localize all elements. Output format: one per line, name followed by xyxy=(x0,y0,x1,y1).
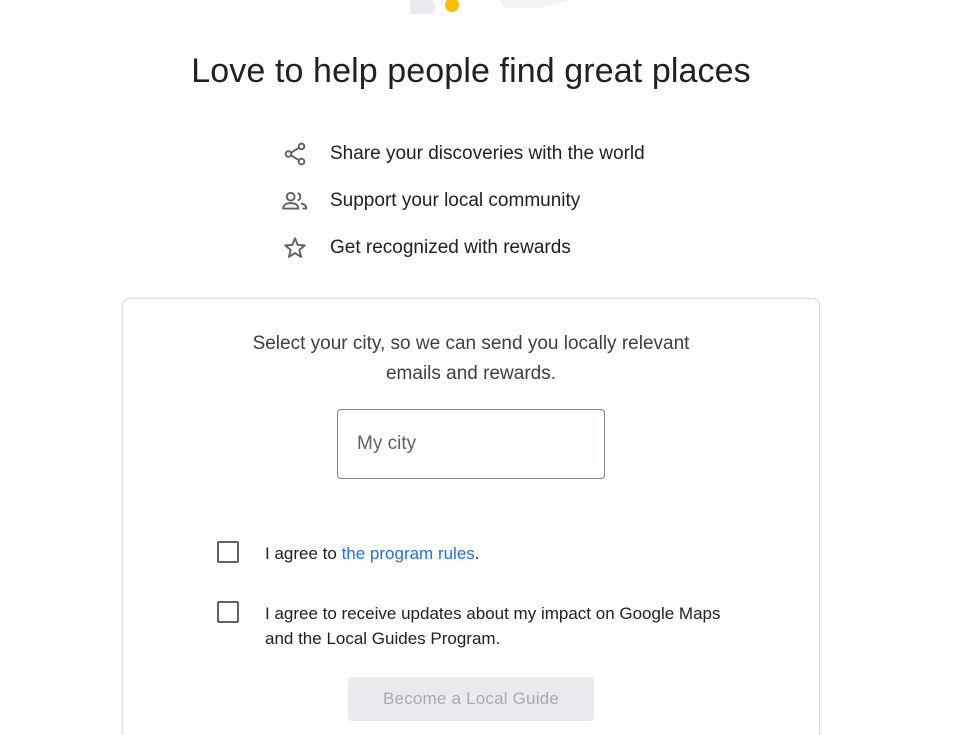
signup-card: Select your city, so we can send you loc… xyxy=(122,298,820,735)
benefit-text: Share your discoveries with the world xyxy=(330,142,645,164)
star-icon xyxy=(280,233,310,263)
rules-agreement-suffix: . xyxy=(474,544,480,563)
city-prompt-line: Select your city, so we can send you loc… xyxy=(252,333,690,354)
updates-agreement-row: I agree to receive updates about my impa… xyxy=(217,601,777,651)
updates-agreement-checkbox[interactable] xyxy=(217,601,239,623)
become-local-guide-button[interactable]: Become a Local Guide xyxy=(348,677,594,721)
illustration-pin-dot xyxy=(445,0,459,12)
benefit-text: Support your local community xyxy=(330,189,581,211)
benefit-item-rewards: Get recognized with rewards xyxy=(280,224,740,271)
benefits-list: Share your discoveries with the world Su… xyxy=(280,130,740,271)
hero-illustration xyxy=(410,0,570,14)
updates-agreement-label: I agree to receive updates about my impa… xyxy=(265,601,720,651)
benefit-text: Get recognized with rewards xyxy=(330,236,571,258)
city-prompt: Select your city, so we can send you loc… xyxy=(123,329,819,389)
people-icon xyxy=(280,186,310,216)
program-rules-link[interactable]: the program rules xyxy=(342,544,475,563)
local-guides-signup-page: Love to help people find great places Sh… xyxy=(0,0,958,735)
rules-agreement-checkbox[interactable] xyxy=(217,541,239,563)
updates-agreement-line: I agree to receive updates about my impa… xyxy=(265,604,721,623)
rules-agreement-label: I agree to the program rules. xyxy=(265,541,480,566)
rules-agreement-row: I agree to the program rules. xyxy=(217,541,777,566)
rules-agreement-prefix: I agree to xyxy=(265,544,342,563)
benefit-item-community: Support your local community xyxy=(280,177,740,224)
illustration-card-right xyxy=(500,0,570,8)
page-title: Love to help people find great places xyxy=(191,52,751,90)
illustration-card-left xyxy=(410,0,436,14)
updates-agreement-line: and the Local Guides Program. xyxy=(265,629,501,648)
city-prompt-line: emails and rewards. xyxy=(385,363,557,384)
benefit-item-share: Share your discoveries with the world xyxy=(280,130,740,177)
share-icon xyxy=(280,139,310,169)
city-input[interactable] xyxy=(337,409,605,479)
